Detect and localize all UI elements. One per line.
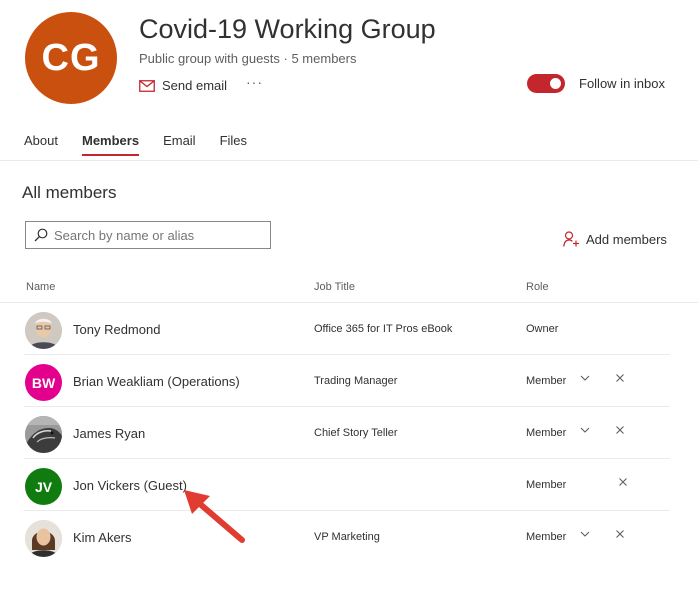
add-person-icon — [563, 231, 579, 247]
tab-members[interactable]: Members — [81, 133, 140, 156]
role-dropdown-chevron-icon[interactable] — [579, 528, 591, 540]
person-photo-icon — [25, 520, 62, 557]
tab-email[interactable]: Email — [163, 133, 196, 156]
member-name[interactable]: Brian Weakliam (Operations) — [73, 374, 240, 389]
member-role: Owner — [526, 323, 559, 335]
group-subtitle: Public group with guests · 5 members — [139, 51, 357, 66]
toggle-knob — [550, 78, 561, 89]
search-input[interactable] — [54, 227, 254, 243]
member-job-title: Office 365 for IT Pros eBook — [314, 323, 453, 335]
member-role: Member — [526, 375, 567, 387]
member-name[interactable]: Tony Redmond — [73, 322, 160, 337]
send-email-button[interactable]: Send email — [139, 78, 227, 93]
member-row[interactable]: James Ryan Chief Story Teller Member — [0, 407, 698, 459]
avatar-photo — [25, 520, 62, 557]
more-options-button[interactable]: ··· — [246, 74, 263, 90]
remove-member-icon[interactable] — [615, 373, 625, 383]
column-header-job-title[interactable]: Job Title — [314, 281, 355, 293]
iguana-photo-icon — [25, 416, 62, 453]
member-role: Member — [526, 479, 567, 491]
member-name[interactable]: Kim Akers — [73, 530, 132, 545]
person-photo-icon — [25, 312, 62, 349]
column-header-name[interactable]: Name — [26, 281, 55, 293]
member-row[interactable]: JV Jon Vickers (Guest) Member — [0, 459, 698, 511]
tab-divider — [0, 160, 698, 161]
member-row[interactable]: BW Brian Weakliam (Operations) Trading M… — [0, 355, 698, 407]
member-job-title: VP Marketing — [314, 531, 380, 543]
member-role: Member — [526, 427, 567, 439]
member-role: Member — [526, 531, 567, 543]
tab-files[interactable]: Files — [220, 133, 247, 156]
member-name[interactable]: James Ryan — [73, 426, 145, 441]
send-email-label: Send email — [162, 78, 228, 93]
search-icon — [34, 228, 48, 242]
group-avatar: CG — [25, 12, 117, 104]
add-members-button[interactable]: Add members — [563, 231, 667, 247]
follow-in-inbox-label: Follow in inbox — [579, 76, 665, 91]
tab-bar: About Members Email Files — [24, 133, 271, 156]
remove-member-icon[interactable] — [615, 425, 625, 435]
red-arrow-icon — [184, 490, 245, 543]
avatar-initials: BW — [25, 364, 62, 401]
section-title: All members — [22, 183, 117, 202]
avatar-photo — [25, 416, 62, 453]
remove-member-icon[interactable] — [615, 529, 625, 539]
group-title: Covid-19 Working Group — [139, 14, 436, 44]
member-row[interactable]: Tony Redmond Office 365 for IT Pros eBoo… — [0, 303, 698, 355]
add-members-label: Add members — [586, 231, 667, 247]
mail-icon — [139, 79, 155, 92]
avatar-photo — [25, 312, 62, 349]
follow-in-inbox-toggle[interactable] — [527, 74, 565, 93]
member-name[interactable]: Jon Vickers (Guest) — [73, 478, 187, 493]
role-dropdown-chevron-icon[interactable] — [579, 372, 591, 384]
remove-member-icon[interactable] — [618, 477, 628, 487]
role-dropdown-chevron-icon[interactable] — [579, 424, 591, 436]
column-header-role[interactable]: Role — [526, 281, 549, 293]
member-job-title: Trading Manager — [314, 375, 398, 387]
search-box[interactable] — [25, 221, 271, 249]
avatar-initials: JV — [25, 468, 62, 505]
member-job-title: Chief Story Teller — [314, 427, 398, 439]
member-row[interactable]: Kim Akers VP Marketing Member — [0, 511, 698, 563]
tab-about[interactable]: About — [24, 133, 58, 156]
